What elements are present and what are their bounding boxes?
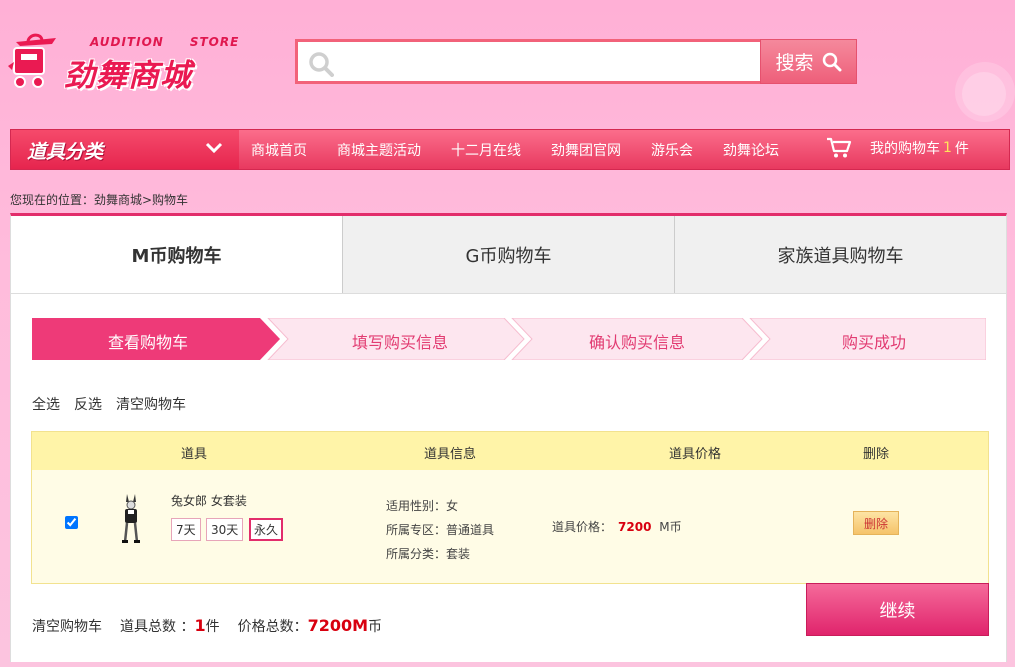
- item-name: 兔女郎 女套装: [171, 494, 247, 508]
- logo-english: AUDITION STORE: [90, 35, 240, 49]
- clear-cart-link[interactable]: 清空购物车: [32, 616, 102, 636]
- step-view-cart: 查看购物车: [107, 333, 188, 352]
- item-price: 道具价格： 7200 M币: [552, 518, 682, 535]
- search-box: [295, 39, 762, 84]
- col-delete: 删除: [863, 447, 890, 462]
- category-dropdown[interactable]: 道具分类: [11, 130, 239, 169]
- nav-link-home[interactable]: 商城首页: [239, 140, 319, 160]
- cart-label: 我的购物车: [870, 141, 940, 157]
- info-category: 所属分类：套装: [386, 547, 471, 561]
- category-label: 道具分类: [27, 141, 104, 163]
- total-price-value: 7200M: [307, 616, 369, 635]
- price-value: 7200: [618, 520, 652, 534]
- table-row: 兔女郎 女套装 7天 30天 永久 适用性别：女 所属专区：普通道具 所属分类：…: [32, 470, 988, 583]
- store-logo[interactable]: AUDITION STORE 劲舞商城: [8, 30, 248, 94]
- cart-summary: 清空购物车 道具总数 ： 1 件 价格总数： 7200M 币: [32, 616, 382, 636]
- total-price-unit: 币: [368, 619, 383, 635]
- tab-family-cart[interactable]: 家族道具购物车: [674, 216, 1006, 293]
- item-count-value: 1: [194, 616, 206, 635]
- invert-selection-button[interactable]: 反选: [74, 394, 102, 414]
- price-unit: M币: [659, 520, 682, 534]
- continue-button[interactable]: 继续: [806, 583, 989, 636]
- item-info: 适用性别：女 所属专区：普通道具 所属分类：套装: [386, 494, 494, 566]
- search-icon: [822, 52, 841, 71]
- main-nav: 道具分类 商城首页 商城主题活动 十二月在线 劲舞团官网 游乐会 劲舞论坛 我的…: [10, 129, 1010, 170]
- tab-m-coin-cart[interactable]: M币购物车: [11, 216, 342, 293]
- step-success: 购买成功: [841, 333, 906, 352]
- step-fill-info: 填写购买信息: [351, 333, 448, 352]
- outfit-thumbnail[interactable]: [120, 494, 142, 544]
- nav-link-december[interactable]: 十二月在线: [439, 140, 533, 160]
- breadcrumb: 您现在的位置：劲舞商城>购物车: [10, 193, 189, 207]
- delete-button[interactable]: 删除: [853, 511, 899, 535]
- col-item-info: 道具信息: [424, 447, 477, 462]
- cart-unit: 件: [954, 141, 969, 157]
- duration-permanent[interactable]: 永久: [249, 518, 284, 541]
- checkout-steps: 查看购物车 填写购买信息 确认购买信息 购买成功: [32, 318, 986, 360]
- decor-bubble: [962, 72, 1006, 116]
- my-cart-link[interactable]: 我的购物车 1 件: [826, 137, 969, 159]
- nav-link-events[interactable]: 商城主题活动: [325, 140, 433, 160]
- cart-actions: 全选 反选 清空购物车: [32, 394, 186, 414]
- nav-link-carnival[interactable]: 游乐会: [639, 140, 705, 160]
- tab-g-coin-cart[interactable]: G币购物车: [342, 216, 674, 293]
- total-price-label: 价格总数：: [237, 619, 308, 635]
- clear-cart-button[interactable]: 清空购物车: [116, 394, 186, 414]
- nav-link-forum[interactable]: 劲舞论坛: [711, 140, 791, 160]
- col-item-price: 道具价格: [669, 447, 722, 462]
- cart-icon: [827, 137, 852, 158]
- cart-panel: M币购物车 G币购物车 家族道具购物车 查看购物车 填写购买信息 确认购买信息 …: [10, 213, 1007, 662]
- cart-table: 道具 道具信息 道具价格 删除 兔女郎 女套装 7天 30天 永久 适用性别：女…: [31, 431, 989, 584]
- item-checkbox[interactable]: [65, 516, 78, 529]
- search-input[interactable]: [342, 48, 742, 76]
- step-confirm-info: 确认购买信息: [588, 333, 685, 352]
- cart-count: 1: [943, 140, 952, 156]
- search-button[interactable]: 搜索: [760, 39, 857, 84]
- search-icon: [309, 52, 334, 77]
- info-zone: 所属专区：普通道具: [386, 523, 495, 537]
- logo-chinese: 劲舞商城: [64, 58, 192, 94]
- col-item: 道具: [181, 447, 208, 462]
- table-header: 道具 道具信息 道具价格 删除: [32, 432, 988, 470]
- select-all-button[interactable]: 全选: [32, 394, 60, 414]
- item-count-unit: 件: [205, 619, 220, 635]
- duration-7-days[interactable]: 7天: [171, 518, 201, 541]
- price-label: 道具价格：: [552, 520, 613, 534]
- shopping-bag-icon: [8, 33, 56, 88]
- duration-30-days[interactable]: 30天: [206, 518, 244, 541]
- search-button-label: 搜索: [775, 52, 814, 74]
- info-gender: 适用性别：女: [386, 499, 459, 513]
- cart-tabs: M币购物车 G币购物车 家族道具购物车: [11, 216, 1006, 294]
- chevron-down-icon: [205, 142, 223, 154]
- item-count-label: 道具总数 ：: [120, 619, 195, 635]
- nav-link-official[interactable]: 劲舞团官网: [539, 140, 633, 160]
